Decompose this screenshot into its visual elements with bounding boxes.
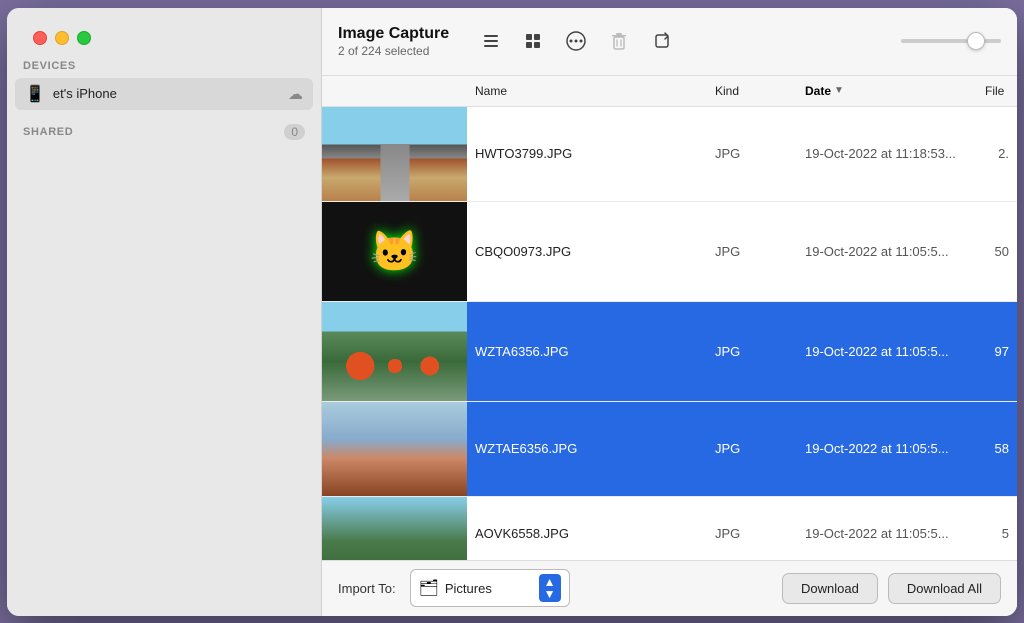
app-title-block: Image Capture 2 of 224 selected (338, 24, 449, 57)
shared-count: 0 (284, 124, 305, 140)
date-col-header: Date ▼ (797, 80, 977, 102)
footer: Import To: 🗂 Pictures ▲ ▼ Download Downl… (322, 560, 1017, 616)
file-size: 5 (977, 522, 1017, 545)
device-item[interactable]: 📱 et's iPhone ☁ (15, 78, 313, 110)
file-size: 2. (977, 142, 1017, 165)
file-name: AOVK6558.JPG (467, 522, 707, 545)
file-kind: JPG (707, 437, 797, 460)
thumbnail-road (322, 107, 467, 201)
table-row[interactable]: HWTO3799.JPG JPG 19-Oct-2022 at 11:18:53… (322, 107, 1017, 202)
file-size: 58 (977, 437, 1017, 460)
row-data: CBQO0973.JPG JPG 19-Oct-2022 at 11:05:5.… (467, 202, 1017, 301)
close-button[interactable] (33, 31, 47, 45)
zoom-slider-container (901, 39, 1001, 43)
app-title: Image Capture (338, 24, 449, 43)
rotate-button[interactable] (645, 24, 679, 58)
file-size: 50 (977, 240, 1017, 263)
thumbnail-cell (322, 402, 467, 496)
table-row[interactable]: AOVK6558.JPG JPG 19-Oct-2022 at 11:05:5.… (322, 497, 1017, 560)
trash-icon (609, 31, 629, 51)
row-data: WZTAE6356.JPG JPG 19-Oct-2022 at 11:05:5… (467, 402, 1017, 496)
app-window: DEVICES 📱 et's iPhone ☁ SHARED 0 Image C… (7, 8, 1017, 616)
traffic-lights (33, 31, 91, 45)
thumbnail-flowers (322, 302, 467, 401)
main-content: Image Capture 2 of 224 selected (322, 8, 1017, 616)
rotate-icon (651, 30, 673, 52)
file-size: 97 (977, 340, 1017, 363)
file-name: WZTAE6356.JPG (467, 437, 707, 460)
folder-icon: 🗂 (419, 578, 439, 598)
file-kind: JPG (707, 142, 797, 165)
destination-label: Pictures (445, 581, 533, 596)
devices-section-label: DEVICES (7, 52, 321, 76)
row-data: HWTO3799.JPG JPG 19-Oct-2022 at 11:18:53… (467, 107, 1017, 201)
file-kind: JPG (707, 522, 797, 545)
delete-button[interactable] (603, 25, 635, 57)
sidebar: DEVICES 📱 et's iPhone ☁ SHARED 0 (7, 8, 322, 616)
toolbar: Image Capture 2 of 224 selected (322, 8, 1017, 76)
minimize-button[interactable] (55, 31, 69, 45)
file-name: WZTA6356.JPG (467, 340, 707, 363)
name-col-header: Name (467, 80, 707, 102)
shared-label: SHARED (23, 126, 284, 138)
list-view-icon (481, 31, 501, 51)
file-date: 19-Oct-2022 at 11:05:5... (797, 522, 977, 545)
list-view-button[interactable] (475, 25, 507, 57)
thumbnail-cat (322, 202, 467, 301)
thumbnail-cell (322, 302, 467, 401)
more-button[interactable] (559, 24, 593, 58)
thumbnail-blur (322, 402, 467, 496)
thumbnail-cell (322, 497, 467, 560)
file-kind: JPG (707, 240, 797, 263)
destination-picker[interactable]: 🗂 Pictures ▲ ▼ (410, 569, 570, 607)
table-row[interactable]: CBQO0973.JPG JPG 19-Oct-2022 at 11:05:5.… (322, 202, 1017, 302)
iphone-icon: 📱 (25, 84, 45, 104)
grid-view-icon (523, 31, 543, 51)
file-list: Name Kind Date ▼ File HWTO3799.JPG JPG 1… (322, 76, 1017, 560)
device-name: et's iPhone (53, 86, 288, 101)
thumbnail-cell (322, 107, 467, 201)
destination-dropdown-button[interactable]: ▲ ▼ (539, 574, 561, 602)
table-row[interactable]: WZTA6356.JPG JPG 19-Oct-2022 at 11:05:5.… (322, 302, 1017, 402)
file-date: 19-Oct-2022 at 11:05:5... (797, 437, 977, 460)
file-date: 19-Oct-2022 at 11:18:53... (797, 142, 977, 165)
app-subtitle: 2 of 224 selected (338, 44, 449, 58)
file-name: CBQO0973.JPG (467, 240, 707, 263)
file-col-header: File (977, 80, 1017, 102)
import-to-label: Import To: (338, 581, 396, 596)
row-data: WZTA6356.JPG JPG 19-Oct-2022 at 11:05:5.… (467, 302, 1017, 401)
file-name: HWTO3799.JPG (467, 142, 707, 165)
thumbnail-trees (322, 497, 467, 560)
more-icon (565, 30, 587, 52)
table-header: Name Kind Date ▼ File (322, 76, 1017, 107)
sort-arrow-icon: ▼ (834, 85, 844, 96)
zoom-slider[interactable] (901, 39, 1001, 43)
cloud-icon: ☁ (288, 85, 303, 103)
download-button[interactable]: Download (782, 573, 878, 604)
file-date: 19-Oct-2022 at 11:05:5... (797, 340, 977, 363)
row-data: AOVK6558.JPG JPG 19-Oct-2022 at 11:05:5.… (467, 497, 1017, 560)
shared-section: SHARED 0 (7, 116, 321, 148)
kind-col-header: Kind (707, 80, 797, 102)
thumbnail-cell (322, 202, 467, 301)
grid-view-button[interactable] (517, 25, 549, 57)
download-all-button[interactable]: Download All (888, 573, 1001, 604)
file-date: 19-Oct-2022 at 11:05:5... (797, 240, 977, 263)
fullscreen-button[interactable] (77, 31, 91, 45)
table-row[interactable]: WZTAE6356.JPG JPG 19-Oct-2022 at 11:05:5… (322, 402, 1017, 497)
file-kind: JPG (707, 340, 797, 363)
